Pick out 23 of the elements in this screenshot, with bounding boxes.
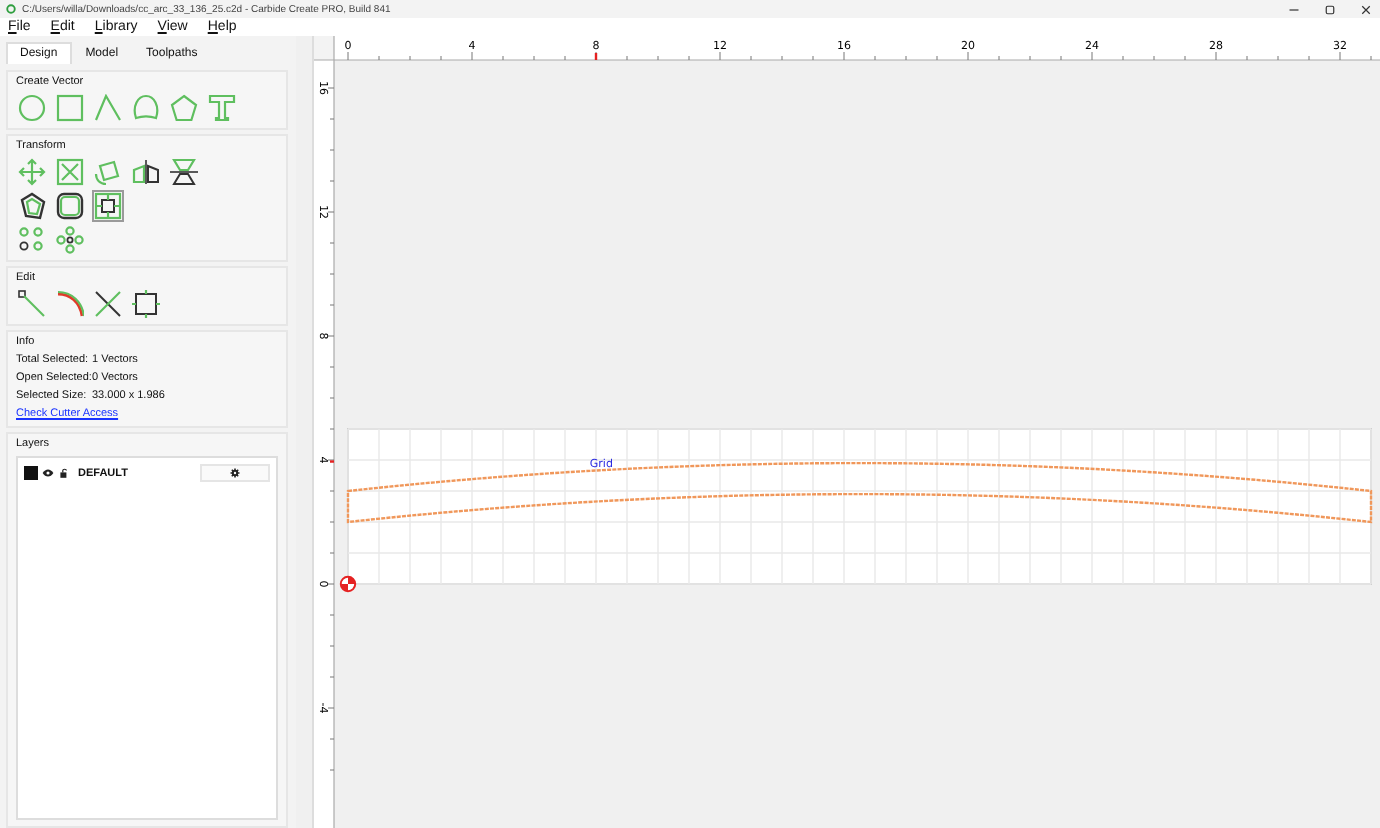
app-icon	[6, 4, 16, 14]
cursor-marker	[594, 53, 598, 60]
layer-settings-button[interactable]	[200, 464, 270, 482]
maximize-icon[interactable]	[1324, 3, 1336, 15]
origin-icon	[339, 575, 357, 593]
settings-icon	[230, 468, 240, 478]
offset-icon[interactable]	[18, 192, 46, 220]
rounded-square-icon[interactable]	[56, 192, 84, 220]
trim-icon[interactable]	[94, 290, 122, 318]
node-box-icon[interactable]	[132, 290, 160, 318]
fillet-icon[interactable]	[56, 290, 84, 318]
minimize-icon[interactable]	[1288, 3, 1300, 15]
node-edit-icon[interactable]	[18, 290, 46, 318]
layer-color-swatch[interactable]	[24, 466, 38, 480]
close-icon[interactable]	[1360, 3, 1372, 15]
circular-array-icon[interactable]	[56, 226, 84, 254]
flip-icon[interactable]	[170, 158, 198, 186]
eye-icon[interactable]	[42, 468, 54, 478]
array-icon[interactable]	[18, 226, 46, 254]
lock-icon[interactable]	[58, 468, 70, 478]
mirror-icon[interactable]	[132, 158, 160, 186]
align-center-icon[interactable]	[94, 192, 122, 220]
cursor-marker	[330, 460, 334, 463]
